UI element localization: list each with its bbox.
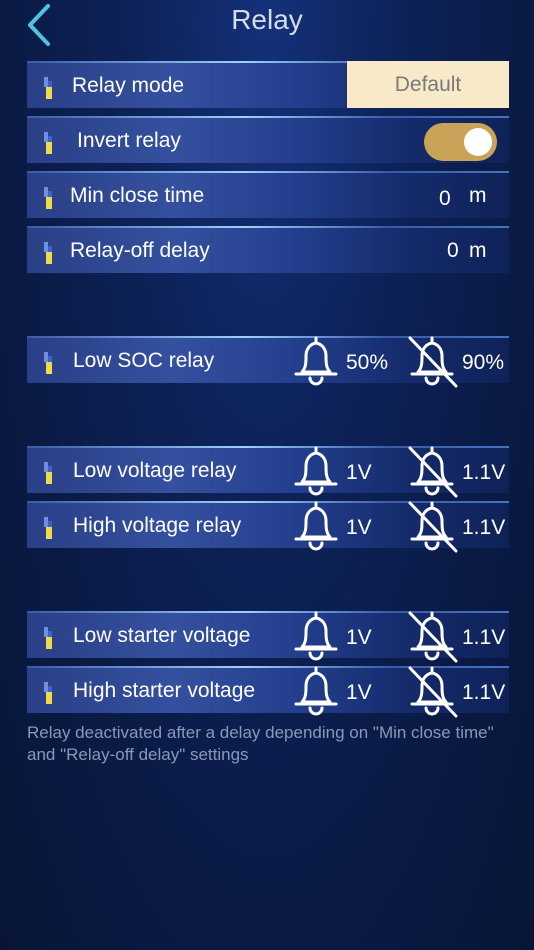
low-soc-relay-row: Low SOC relay 50% 90% xyxy=(27,336,509,383)
alarm-off-value[interactable]: 1.1V xyxy=(462,681,505,705)
alarm-off-value[interactable]: 90% xyxy=(462,351,504,375)
relay-off-delay-row[interactable]: Relay-off delay 0 m xyxy=(27,226,509,273)
bell-off-icon[interactable] xyxy=(406,334,458,388)
alarm-off-value[interactable]: 1.1V xyxy=(462,626,505,650)
battery-level-icon xyxy=(42,187,54,209)
alarm-on-value[interactable]: 1V xyxy=(346,461,372,485)
bell-icon[interactable] xyxy=(290,499,342,553)
relay-off-delay-unit: m xyxy=(469,239,487,262)
low-starter-voltage-label: Low starter voltage xyxy=(73,624,251,647)
min-close-time-value: 0 xyxy=(439,187,451,210)
bell-icon[interactable] xyxy=(290,444,342,498)
high-starter-voltage-label: High starter voltage xyxy=(73,679,256,702)
alarm-off-value[interactable]: 1.1V xyxy=(462,461,505,485)
battery-level-icon xyxy=(42,627,54,649)
bell-off-icon[interactable] xyxy=(406,444,458,498)
low-soc-relay-label: Low SOC relay xyxy=(73,349,215,372)
invert-relay-toggle[interactable] xyxy=(424,123,497,161)
high-voltage-relay-row: High voltage relay 1V 1.1V xyxy=(27,501,509,548)
relay-mode-label: Relay mode xyxy=(72,74,185,97)
high-starter-voltage-row: High starter voltage 1V 1.1V xyxy=(27,666,509,713)
bell-icon[interactable] xyxy=(290,609,342,663)
bell-off-icon[interactable] xyxy=(406,499,458,553)
alarm-on-value[interactable]: 1V xyxy=(346,516,372,540)
min-close-time-unit: m xyxy=(469,184,487,207)
min-close-time-row[interactable]: Min close time 0 m xyxy=(27,171,509,218)
alarm-on-value[interactable]: 50% xyxy=(346,351,388,375)
header: Relay xyxy=(0,0,534,48)
bell-icon[interactable] xyxy=(290,334,342,388)
battery-level-icon xyxy=(42,682,54,704)
low-voltage-relay-row: Low voltage relay 1V 1.1V xyxy=(27,446,509,493)
min-close-time-label: Min close time xyxy=(70,184,205,207)
battery-level-icon xyxy=(42,352,54,374)
toggle-knob xyxy=(464,128,492,156)
relay-footnote: Relay deactivated after a delay dependin… xyxy=(27,723,494,764)
battery-level-icon xyxy=(42,462,54,484)
battery-level-icon xyxy=(42,132,54,154)
invert-relay-label: Invert relay xyxy=(77,129,181,152)
battery-level-icon xyxy=(42,242,54,264)
bell-icon[interactable] xyxy=(290,664,342,718)
bell-off-icon[interactable] xyxy=(406,664,458,718)
battery-level-icon xyxy=(42,517,54,539)
low-voltage-relay-label: Low voltage relay xyxy=(73,459,237,482)
invert-relay-row: Invert relay xyxy=(27,116,509,163)
relay-mode-select[interactable]: Default xyxy=(347,61,509,108)
alarm-on-value[interactable]: 1V xyxy=(346,626,372,650)
alarm-on-value[interactable]: 1V xyxy=(346,681,372,705)
bell-off-icon[interactable] xyxy=(406,609,458,663)
relay-mode-row: Relay mode Default xyxy=(27,61,509,108)
relay-off-delay-value: 0 xyxy=(447,239,459,262)
relay-off-delay-label: Relay-off delay xyxy=(70,239,210,262)
high-voltage-relay-label: High voltage relay xyxy=(73,514,242,537)
page-title: Relay xyxy=(231,4,303,35)
low-starter-voltage-row: Low starter voltage 1V 1.1V xyxy=(27,611,509,658)
battery-level-icon xyxy=(42,77,54,99)
alarm-off-value[interactable]: 1.1V xyxy=(462,516,505,540)
